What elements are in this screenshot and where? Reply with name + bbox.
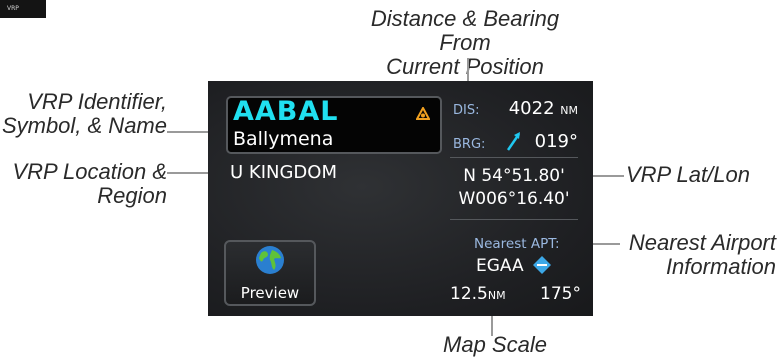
nearest-airport-label: Nearest APT: <box>474 236 560 252</box>
vrp-region: U KINGDOM <box>230 162 337 183</box>
callout-nearest-line1: Nearest Airport <box>628 230 776 255</box>
vrp-symbol-icon <box>416 107 430 120</box>
callout-identifier: VRP Identifier, Symbol, & Name <box>0 90 167 138</box>
callout-latlon: VRP Lat/Lon <box>626 162 750 187</box>
nearest-airport-distance-group: 12.5NM <box>450 284 506 304</box>
airport-icon <box>533 256 551 274</box>
vrp-name: Ballymena <box>233 128 334 150</box>
bearing-label: BRG: <box>453 137 486 152</box>
nearest-airport-distance-unit: NM <box>487 289 506 302</box>
longitude: W006°16.40' <box>458 189 570 209</box>
callout-location: VRP Location & Region <box>0 159 168 208</box>
callout-identifier-line1: VRP Identifier, <box>27 89 167 114</box>
callout-nearest: Nearest Airport Information <box>620 231 776 279</box>
callout-map-scale: Map Scale <box>443 332 547 357</box>
preview-button-label: Preview <box>240 284 300 302</box>
distance-value: 4022 <box>508 98 555 119</box>
distance-label: DIS: <box>453 103 480 118</box>
callout-distance-line1: Distance & Bearing From <box>370 6 560 55</box>
callout-nearest-line2: Information <box>665 254 776 279</box>
latitude: N 54°51.80' <box>463 166 565 186</box>
vrp-corner-tag: VRP <box>0 0 46 18</box>
nearest-airport-distance: 12.5 <box>450 284 488 304</box>
separator-1 <box>450 157 578 158</box>
distance-unit: NM <box>560 104 578 117</box>
callout-identifier-line2: Symbol, & Name <box>1 113 167 138</box>
callout-location-line1: VRP Location & <box>12 159 168 184</box>
callout-location-line2: Region <box>97 183 167 208</box>
callout-distance-line2: Current Position <box>386 54 544 79</box>
callout-distance-bearing: Distance & Bearing From Current Position <box>350 7 580 79</box>
globe-icon <box>256 246 284 274</box>
bearing-value: 019° <box>534 131 578 152</box>
vrp-identifier: AABAL <box>233 96 339 127</box>
nearest-airport-bearing: 175° <box>540 284 581 304</box>
nearest-airport-ident: EGAA <box>476 256 524 276</box>
separator-2 <box>450 219 578 220</box>
distance-value-group: 4022 NM <box>480 98 578 119</box>
